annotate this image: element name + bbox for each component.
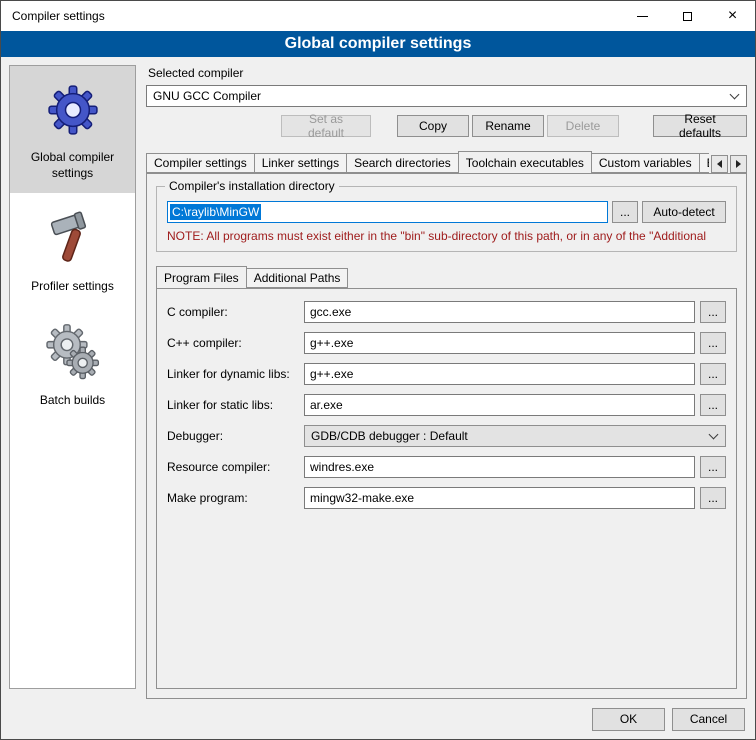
rename-button[interactable]: Rename bbox=[472, 115, 544, 137]
delete-button[interactable]: Delete bbox=[547, 115, 619, 137]
linker-dynamic-browse-button[interactable]: ... bbox=[700, 363, 726, 385]
minimize-button[interactable] bbox=[620, 1, 665, 31]
tab-custom-variables[interactable]: Custom variables bbox=[591, 153, 700, 173]
toolchain-executables-panel: Compiler's installation directory C:\ray… bbox=[146, 173, 747, 699]
make-program-input[interactable] bbox=[304, 487, 695, 509]
program-files-fields: C compiler: ... C++ compiler: ... Linker… bbox=[167, 301, 726, 509]
settings-tabstrip: Compiler settings Linker settings Search… bbox=[146, 151, 747, 173]
debugger-select[interactable]: GDB/CDB debugger : Default bbox=[304, 425, 726, 447]
compiler-settings-window: Compiler settings × Global compiler sett… bbox=[0, 0, 756, 740]
linker-static-input[interactable] bbox=[304, 394, 695, 416]
tab-program-files[interactable]: Program Files bbox=[156, 266, 247, 288]
hammer-icon bbox=[45, 209, 101, 267]
field-label: Make program: bbox=[167, 491, 299, 505]
reset-defaults-button[interactable]: Reset defaults bbox=[653, 115, 747, 137]
sidebar-item-batch-builds[interactable]: Batch builds bbox=[10, 307, 135, 421]
close-icon: × bbox=[728, 8, 737, 24]
installation-directory-value: C:\raylib\MinGW bbox=[170, 204, 261, 220]
tab-additional-paths[interactable]: Additional Paths bbox=[246, 268, 349, 288]
chevron-down-icon bbox=[730, 89, 740, 99]
chevron-down-icon bbox=[709, 429, 719, 439]
main-content: Selected compiler GNU GCC Compiler Set a… bbox=[146, 65, 747, 699]
arrow-left-icon bbox=[717, 160, 722, 168]
tab-search-directories[interactable]: Search directories bbox=[346, 153, 459, 173]
installation-directory-browse-button[interactable]: ... bbox=[612, 201, 638, 223]
sidebar-item-profiler-settings[interactable]: Profiler settings bbox=[10, 193, 135, 307]
field-label: Linker for static libs: bbox=[167, 398, 299, 412]
window-title: Compiler settings bbox=[1, 9, 620, 23]
field-label: Linker for dynamic libs: bbox=[167, 367, 299, 381]
program-files-tabstrip: Program Files Additional Paths bbox=[156, 266, 737, 288]
cpp-compiler-browse-button[interactable]: ... bbox=[700, 332, 726, 354]
make-program-browse-button[interactable]: ... bbox=[700, 487, 726, 509]
tab-linker-settings[interactable]: Linker settings bbox=[254, 153, 347, 173]
installation-directory-group: Compiler's installation directory C:\ray… bbox=[156, 186, 737, 252]
resource-compiler-browse-button[interactable]: ... bbox=[700, 456, 726, 478]
arrow-right-icon bbox=[736, 160, 741, 168]
window-controls: × bbox=[620, 1, 755, 31]
maximize-icon bbox=[683, 12, 692, 21]
tab-compiler-settings[interactable]: Compiler settings bbox=[146, 153, 255, 173]
cancel-button[interactable]: Cancel bbox=[672, 708, 745, 731]
tab-toolchain-executables[interactable]: Toolchain executables bbox=[458, 151, 592, 173]
set-as-default-button[interactable]: Set as default bbox=[281, 115, 371, 137]
minimize-icon bbox=[637, 16, 648, 17]
gear-icon bbox=[42, 82, 104, 138]
bin-subdirectory-note: NOTE: All programs must exist either in … bbox=[167, 229, 726, 243]
program-files-panel: C compiler: ... C++ compiler: ... Linker… bbox=[156, 288, 737, 689]
sidebar-item-label: Batch builds bbox=[40, 393, 105, 409]
gears-icon bbox=[44, 323, 102, 381]
field-label: Resource compiler: bbox=[167, 460, 299, 474]
installation-directory-group-title: Compiler's installation directory bbox=[165, 179, 339, 193]
auto-detect-button[interactable]: Auto-detect bbox=[642, 201, 726, 223]
tabs-wrap: Compiler settings Linker settings Search… bbox=[146, 151, 709, 173]
field-label: Debugger: bbox=[167, 429, 299, 443]
installation-directory-row: C:\raylib\MinGW ... Auto-detect bbox=[167, 201, 726, 223]
installation-directory-input[interactable]: C:\raylib\MinGW bbox=[167, 201, 608, 223]
sidebar-item-label: Global compiler settings bbox=[14, 150, 131, 181]
tab-scroll-right-button[interactable] bbox=[730, 155, 747, 173]
dialog-body: Global compiler settings Profiler settin… bbox=[1, 57, 755, 699]
close-button[interactable]: × bbox=[710, 1, 755, 31]
dialog-footer: OK Cancel bbox=[1, 699, 755, 739]
selected-compiler-label: Selected compiler bbox=[148, 66, 747, 80]
compiler-actions-row: Set as default Copy Rename Delete Reset … bbox=[146, 115, 747, 137]
field-label: C++ compiler: bbox=[167, 336, 299, 350]
resource-compiler-input[interactable] bbox=[304, 456, 695, 478]
field-label: C compiler: bbox=[167, 305, 299, 319]
sidebar-item-label: Profiler settings bbox=[31, 279, 114, 295]
subtabs-wrap: Program Files Additional Paths bbox=[156, 266, 737, 288]
linker-static-browse-button[interactable]: ... bbox=[700, 394, 726, 416]
c-compiler-input[interactable] bbox=[304, 301, 695, 323]
maximize-button[interactable] bbox=[665, 1, 710, 31]
page-title: Global compiler settings bbox=[1, 31, 755, 57]
selected-compiler-select[interactable]: GNU GCC Compiler bbox=[146, 85, 747, 107]
c-compiler-browse-button[interactable]: ... bbox=[700, 301, 726, 323]
settings-sidebar: Global compiler settings Profiler settin… bbox=[9, 65, 136, 689]
copy-button[interactable]: Copy bbox=[397, 115, 469, 137]
selected-compiler-value: GNU GCC Compiler bbox=[153, 89, 731, 103]
linker-dynamic-input[interactable] bbox=[304, 363, 695, 385]
cpp-compiler-input[interactable] bbox=[304, 332, 695, 354]
debugger-value: GDB/CDB debugger : Default bbox=[311, 429, 710, 443]
titlebar: Compiler settings × bbox=[1, 1, 755, 31]
tab-build-options[interactable]: Build options bbox=[699, 153, 709, 173]
ok-button[interactable]: OK bbox=[592, 708, 665, 731]
tab-scroll-left-button[interactable] bbox=[711, 155, 728, 173]
sidebar-item-global-compiler-settings[interactable]: Global compiler settings bbox=[10, 66, 135, 193]
